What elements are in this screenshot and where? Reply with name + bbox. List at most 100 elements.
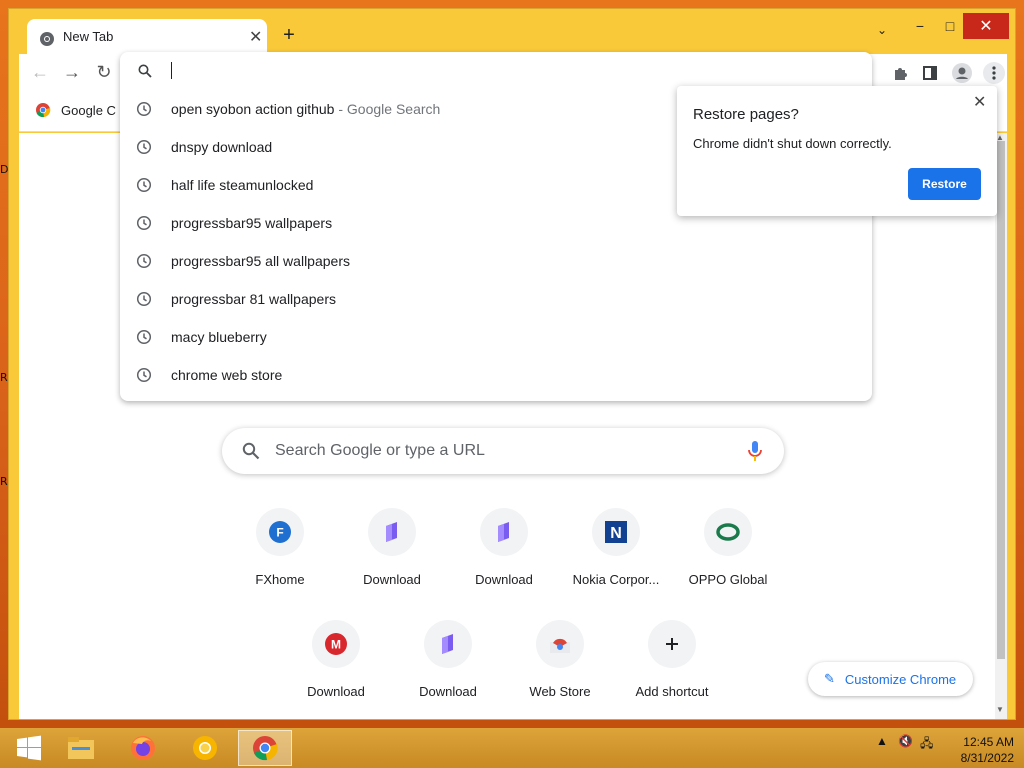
shortcut-label: Download — [363, 572, 421, 587]
search-placeholder: Search Google or type a URL — [275, 442, 485, 459]
shortcut-tile[interactable]: Web Store — [504, 620, 616, 720]
shortcut-tile[interactable]: N Nokia Corpor... — [560, 508, 672, 608]
chrome-canary-button[interactable] — [178, 730, 232, 766]
suggestion-item[interactable]: progressbar 81 wallpapers — [120, 280, 872, 318]
vertical-scrollbar[interactable]: ▲ ▼ — [995, 133, 1007, 719]
firefox-icon — [131, 736, 155, 760]
extensions-puzzle-icon[interactable] — [889, 62, 911, 84]
shortcut-label: Download — [419, 684, 477, 699]
chrome-icon — [40, 32, 54, 46]
suggestion-text: progressbar95 all wallpapers — [171, 253, 350, 269]
chrome-canary-icon — [193, 736, 217, 760]
ntp-search-box[interactable]: Search Google or type a URL — [222, 428, 784, 474]
maximize-button[interactable]: □ — [935, 13, 965, 39]
chrome-icon — [253, 736, 278, 761]
microphone-icon[interactable] — [746, 440, 764, 462]
side-panel-icon[interactable] — [919, 62, 941, 84]
profile-avatar-icon[interactable] — [951, 62, 973, 84]
firefox-button[interactable] — [116, 730, 170, 766]
history-icon — [136, 215, 152, 231]
webstore-icon — [536, 620, 584, 668]
history-icon — [136, 101, 152, 117]
show-hidden-icons-icon[interactable]: ▲ — [876, 734, 888, 748]
close-tab-icon[interactable]: ✕ — [249, 27, 262, 47]
download-icon — [480, 508, 528, 556]
customize-label: Customize Chrome — [844, 671, 957, 687]
plus-icon — [648, 620, 696, 668]
download-icon — [424, 620, 472, 668]
back-arrow-icon[interactable]: ← — [29, 62, 51, 83]
shortcut-label: Download — [475, 572, 533, 587]
new-tab-button[interactable]: + — [277, 23, 301, 47]
svg-text:M: M — [331, 638, 341, 652]
minimize-button[interactable]: − — [905, 13, 935, 39]
reload-icon[interactable]: ↻ — [93, 62, 115, 83]
shortcut-tile[interactable]: Download — [448, 508, 560, 608]
suggestion-suffix: - Google Search — [334, 101, 441, 117]
shortcut-label: Nokia Corpor... — [572, 572, 660, 587]
start-icon — [17, 735, 41, 761]
history-icon — [136, 177, 152, 193]
svg-text:F: F — [276, 526, 283, 540]
shortcut-label: Web Store — [529, 684, 591, 699]
tab-search-chevron-icon[interactable]: ⌄ — [877, 23, 887, 37]
history-icon — [136, 139, 152, 155]
suggestion-text: progressbar95 wallpapers — [171, 215, 333, 231]
volume-muted-icon[interactable]: 🔇 — [898, 734, 913, 748]
bookmark-label: Google C — [61, 102, 116, 118]
nokia-icon: N — [592, 508, 640, 556]
suggestion-text: macy blueberry — [171, 329, 267, 345]
network-icon[interactable]: 🖧 — [920, 734, 933, 755]
clock-date: 8/31/2022 — [960, 751, 1014, 765]
search-icon — [138, 64, 152, 78]
omnibox-input[interactable] — [120, 52, 872, 90]
history-icon — [136, 253, 152, 269]
restore-pages-dialog: Restore pages? Chrome didn't shut down c… — [677, 86, 997, 216]
shortcut-tile[interactable]: F FXhome — [224, 508, 336, 608]
suggestion-text: open syobon action github - Google Searc… — [171, 101, 441, 117]
fxhome-icon: F — [256, 508, 304, 556]
start-button[interactable] — [2, 730, 56, 766]
shortcut-label: OPPO Global — [688, 572, 768, 587]
pencil-icon: ✎ — [824, 671, 835, 686]
shortcut-tile[interactable]: Download — [392, 620, 504, 720]
suggestion-item[interactable]: progressbar95 all wallpapers — [120, 242, 872, 280]
shortcut-label: Download — [307, 684, 365, 699]
scroll-thumb[interactable] — [997, 141, 1005, 659]
forward-arrow-icon[interactable]: → — [61, 62, 83, 83]
shortcut-tile[interactable]: Download — [336, 508, 448, 608]
scroll-down-icon[interactable]: ▼ — [996, 705, 1004, 714]
shortcut-label: FXhome — [255, 572, 305, 587]
svg-text:N: N — [610, 525, 622, 542]
suggestion-text: dnspy download — [171, 139, 273, 155]
history-icon — [136, 291, 152, 307]
suggestion-text: chrome web store — [171, 367, 283, 383]
download-icon — [368, 508, 416, 556]
file-explorer-icon — [68, 737, 94, 759]
shortcut-tile[interactable]: M Download — [280, 620, 392, 720]
file-explorer-button[interactable] — [54, 730, 108, 766]
customize-chrome-button[interactable]: ✎ Customize Chrome — [808, 662, 973, 696]
suggestion-item[interactable]: macy blueberry — [120, 318, 872, 356]
chrome-icon — [36, 103, 51, 118]
suggestion-item[interactable]: chrome web store — [120, 356, 872, 394]
chrome-button[interactable] — [238, 730, 292, 766]
history-icon — [136, 329, 152, 345]
close-dialog-icon[interactable]: ✕ — [973, 92, 986, 112]
suggestion-text: half life steamunlocked — [171, 177, 314, 193]
shortcut-label: Add shortcut — [635, 684, 709, 699]
mega-icon: M — [312, 620, 360, 668]
bookmark-google[interactable]: Google C — [35, 102, 116, 118]
tab-title: New Tab — [63, 29, 114, 44]
add-shortcut-button[interactable]: Add shortcut — [616, 620, 728, 720]
taskbar: ▲ 🔇 🖧 12:45 AM 8/31/2022 — [0, 728, 1024, 768]
suggestion-text: progressbar 81 wallpapers — [171, 291, 336, 307]
more-menu-icon[interactable] — [983, 62, 1005, 84]
dialog-title: Restore pages? — [693, 106, 799, 123]
close-window-button[interactable]: ✕ — [963, 13, 1009, 39]
clock[interactable]: 12:45 AM 8/31/2022 — [944, 734, 1014, 766]
restore-button[interactable]: Restore — [908, 168, 981, 200]
oppo-icon — [704, 508, 752, 556]
shortcut-tile[interactable]: OPPO Global — [672, 508, 784, 608]
search-icon — [242, 442, 260, 460]
